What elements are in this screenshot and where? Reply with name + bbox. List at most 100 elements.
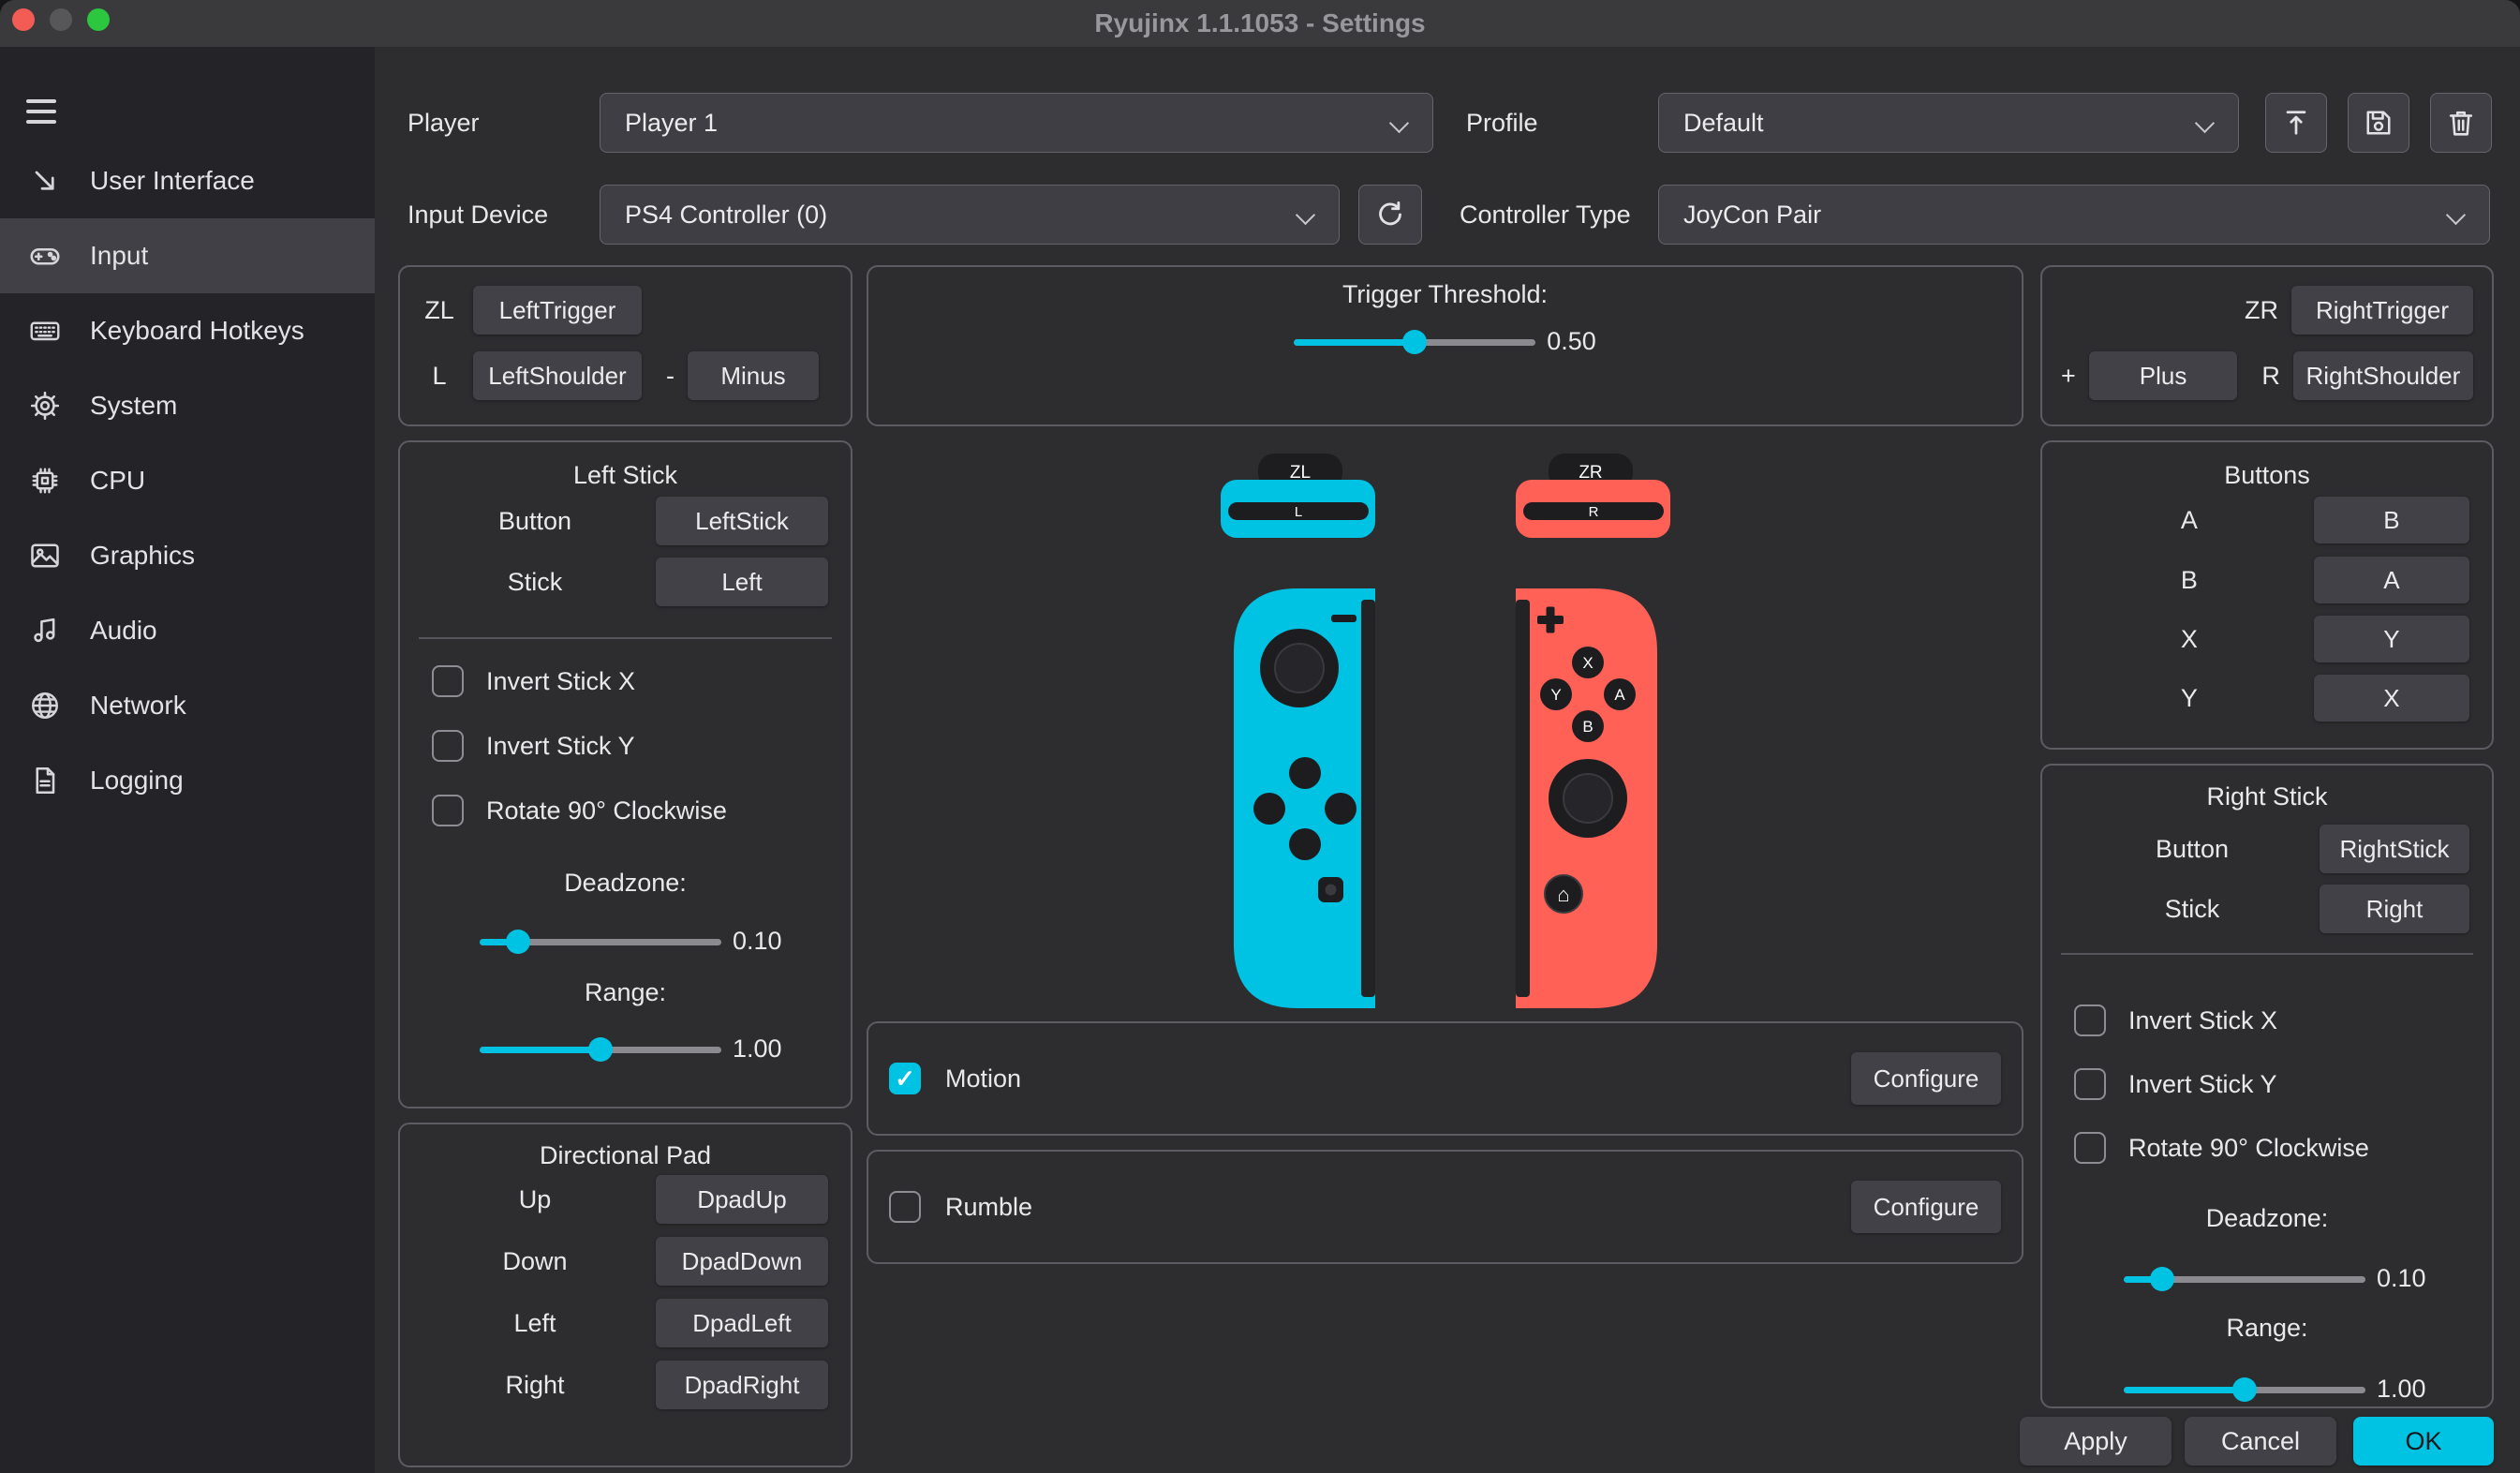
joycon-right-top-view: ZR R bbox=[1516, 454, 1670, 538]
r-label: R bbox=[2261, 362, 2280, 391]
left-rotate-label: Rotate 90° Clockwise bbox=[486, 796, 727, 826]
right-range-slider-thumb[interactable] bbox=[2232, 1377, 2257, 1402]
rumble-configure-button[interactable]: Configure bbox=[1851, 1181, 2001, 1233]
right-stick-panel: Right Stick Button RightStick Stick Righ… bbox=[2040, 764, 2494, 1408]
left-stick-button-binding-button[interactable]: LeftStick bbox=[656, 497, 828, 545]
load-profile-button[interactable] bbox=[2265, 93, 2327, 153]
minimize-window-button[interactable] bbox=[50, 8, 72, 31]
right-stick-button-binding-button[interactable]: RightStick bbox=[2320, 825, 2469, 873]
right-range-label: Range: bbox=[2042, 1314, 2492, 1343]
button-b-binding-button[interactable]: A bbox=[2314, 557, 2469, 603]
l-binding-button[interactable]: LeftShoulder bbox=[473, 351, 642, 400]
dpad-right-label: Right bbox=[422, 1371, 647, 1400]
sidebar-item-input[interactable]: Input bbox=[0, 218, 375, 293]
pointer-icon bbox=[28, 164, 62, 198]
right-deadzone-slider[interactable] bbox=[2124, 1267, 2365, 1291]
hamburger-menu-icon[interactable] bbox=[26, 99, 56, 124]
apply-button[interactable]: Apply bbox=[2020, 1417, 2172, 1466]
directional-pad-panel: Directional Pad Up DpadUp Down DpadDown … bbox=[398, 1123, 852, 1467]
zr-binding-button[interactable]: RightTrigger bbox=[2291, 286, 2473, 335]
button-a-binding-button[interactable]: B bbox=[2314, 497, 2469, 543]
button-y-label: Y bbox=[2065, 684, 2314, 713]
sidebar-item-system[interactable]: System bbox=[0, 368, 375, 443]
sidebar-item-cpu[interactable]: CPU bbox=[0, 443, 375, 518]
right-invert-stick-y-row: Invert Stick Y bbox=[2074, 1065, 2483, 1103]
gamepad-icon bbox=[28, 239, 62, 273]
input-device-dropdown[interactable]: PS4 Controller (0) bbox=[600, 185, 1340, 245]
zl-binding-button[interactable]: LeftTrigger bbox=[473, 286, 642, 335]
load-profile-icon bbox=[2279, 106, 2313, 140]
button-b-label: B bbox=[2065, 566, 2314, 595]
sidebar-item-keyboard-hotkeys[interactable]: Keyboard Hotkeys bbox=[0, 293, 375, 368]
left-deadzone-slider[interactable] bbox=[480, 930, 721, 954]
right-stick-stick-binding-button[interactable]: Right bbox=[2320, 885, 2469, 933]
left-stick-stick-label: Stick bbox=[422, 568, 647, 597]
joycon-l-label: L bbox=[1295, 504, 1302, 520]
divider bbox=[2061, 953, 2473, 955]
delete-profile-button[interactable] bbox=[2430, 93, 2492, 153]
plus-label: + bbox=[2061, 362, 2076, 391]
left-trigger-panel: ZL LeftTrigger L LeftShoulder - Minus bbox=[398, 265, 852, 426]
left-stick-panel: Left Stick Button LeftStick Stick Left I… bbox=[398, 440, 852, 1108]
profile-dropdown[interactable]: Default bbox=[1658, 93, 2239, 153]
right-rotate-checkbox[interactable] bbox=[2074, 1132, 2106, 1164]
trigger-threshold-slider[interactable] bbox=[1294, 330, 1535, 354]
right-invert-stick-x-checkbox[interactable] bbox=[2074, 1004, 2106, 1036]
right-deadzone-slider-thumb[interactable] bbox=[2150, 1267, 2174, 1291]
close-window-button[interactable] bbox=[12, 8, 35, 31]
cpu-icon bbox=[28, 464, 62, 498]
chevron-down-icon bbox=[2446, 204, 2466, 224]
motion-configure-button[interactable]: Configure bbox=[1851, 1052, 2001, 1105]
dpad-left-binding-button[interactable]: DpadLeft bbox=[656, 1299, 828, 1347]
ok-button[interactable]: OK bbox=[2353, 1417, 2494, 1466]
motion-checkbox[interactable] bbox=[889, 1063, 921, 1094]
player-dropdown[interactable]: Player 1 bbox=[600, 93, 1433, 153]
sidebar-items: User Interface Input Keyboard Hotkeys Sy… bbox=[0, 143, 375, 818]
settings-window: Ryujinx 1.1.1053 - Settings User Interfa… bbox=[0, 0, 2520, 1473]
motion-panel: Motion Configure bbox=[867, 1021, 2023, 1136]
sidebar-item-label: Audio bbox=[90, 616, 157, 646]
dpad-down-binding-button[interactable]: DpadDown bbox=[656, 1237, 828, 1286]
left-range-value: 1.00 bbox=[733, 1034, 782, 1064]
sidebar-item-label: Keyboard Hotkeys bbox=[90, 316, 304, 346]
left-invert-stick-y-checkbox[interactable] bbox=[432, 730, 464, 762]
rumble-checkbox[interactable] bbox=[889, 1191, 921, 1223]
left-invert-stick-x-checkbox[interactable] bbox=[432, 665, 464, 697]
zl-label: ZL bbox=[419, 296, 460, 325]
sidebar-item-logging[interactable]: Logging bbox=[0, 743, 375, 818]
button-y-binding-button[interactable]: X bbox=[2314, 675, 2469, 722]
right-deadzone-label: Deadzone: bbox=[2042, 1204, 2492, 1233]
sidebar-item-network[interactable]: Network bbox=[0, 668, 375, 743]
right-invert-stick-y-checkbox[interactable] bbox=[2074, 1068, 2106, 1100]
left-stick-title: Left Stick bbox=[400, 461, 851, 490]
dpad-right-binding-button[interactable]: DpadRight bbox=[656, 1361, 828, 1409]
left-stick-stick-binding-button[interactable]: Left bbox=[656, 558, 828, 606]
r-binding-button[interactable]: RightShoulder bbox=[2293, 351, 2473, 400]
left-rotate-row: Rotate 90° Clockwise bbox=[432, 792, 841, 829]
button-x-binding-button[interactable]: Y bbox=[2314, 616, 2469, 662]
sidebar-item-user-interface[interactable]: User Interface bbox=[0, 143, 375, 218]
zoom-window-button[interactable] bbox=[87, 8, 110, 31]
left-range-slider[interactable] bbox=[480, 1037, 721, 1062]
trigger-threshold-slider-thumb[interactable] bbox=[1402, 330, 1427, 354]
trash-icon bbox=[2444, 106, 2478, 140]
minus-binding-button[interactable]: Minus bbox=[688, 351, 819, 400]
plus-binding-button[interactable]: Plus bbox=[2089, 351, 2238, 400]
sidebar-item-label: Network bbox=[90, 691, 186, 721]
buttons-panel-title: Buttons bbox=[2042, 461, 2492, 490]
right-stick-stick-label: Stick bbox=[2065, 895, 2320, 924]
left-range-slider-thumb[interactable] bbox=[588, 1037, 613, 1062]
controller-type-dropdown[interactable]: JoyCon Pair bbox=[1658, 185, 2490, 245]
cancel-button[interactable]: Cancel bbox=[2185, 1417, 2336, 1466]
right-range-slider[interactable] bbox=[2124, 1377, 2365, 1402]
left-rotate-checkbox[interactable] bbox=[432, 795, 464, 826]
joycon-zl-label: ZL bbox=[1290, 463, 1311, 483]
divider bbox=[419, 637, 832, 639]
left-deadzone-value: 0.10 bbox=[733, 927, 782, 956]
save-profile-button[interactable] bbox=[2348, 93, 2409, 153]
refresh-devices-button[interactable] bbox=[1358, 185, 1422, 245]
left-deadzone-slider-thumb[interactable] bbox=[506, 930, 530, 954]
sidebar-item-graphics[interactable]: Graphics bbox=[0, 518, 375, 593]
dpad-up-binding-button[interactable]: DpadUp bbox=[656, 1175, 828, 1224]
sidebar-item-audio[interactable]: Audio bbox=[0, 593, 375, 668]
